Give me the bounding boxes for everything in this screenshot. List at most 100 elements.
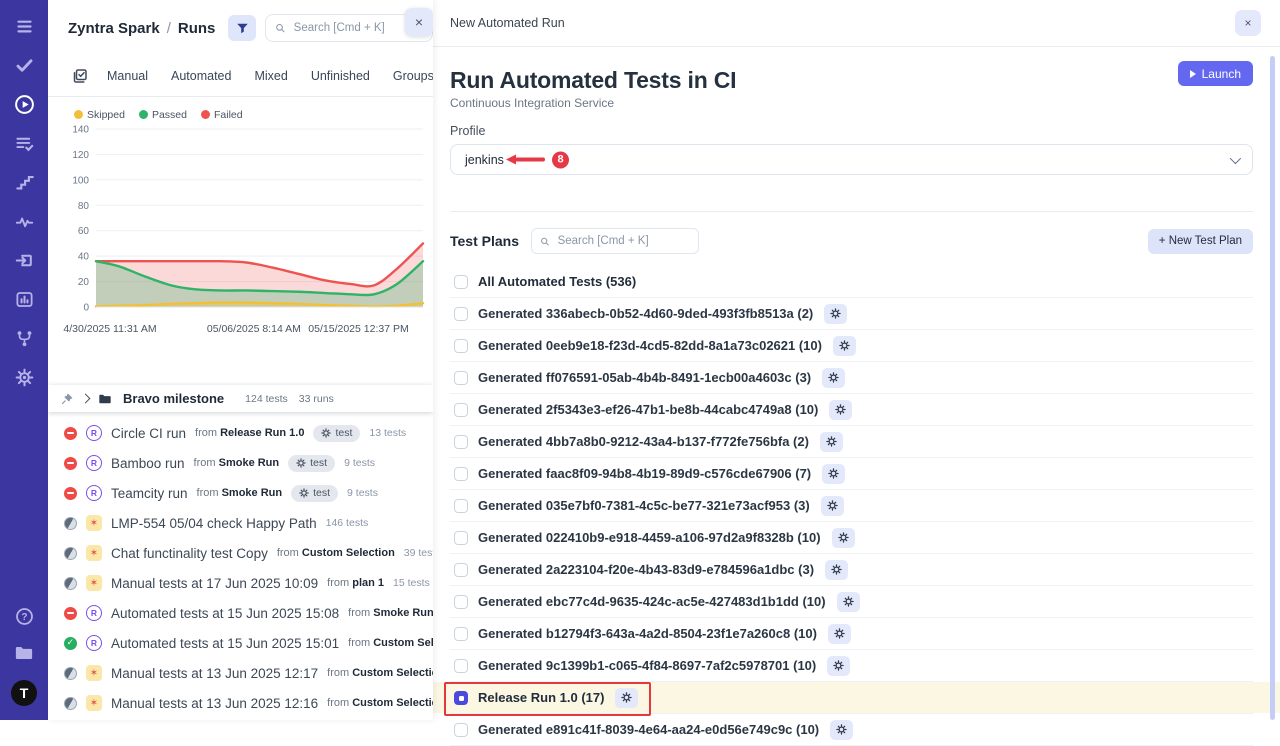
plan-label[interactable]: Generated 9c1399b1-c065-4f84-8697-7af2c5… bbox=[478, 658, 816, 673]
tab-manual[interactable]: Manual bbox=[107, 69, 148, 83]
run-name[interactable]: Automated tests at 15 Jun 2025 15:01 bbox=[111, 636, 339, 651]
plan-checkbox[interactable] bbox=[454, 691, 468, 705]
run-name[interactable]: Manual tests at 13 Jun 2025 12:17 bbox=[111, 666, 318, 681]
projects-folder-icon[interactable] bbox=[14, 643, 34, 663]
steps-icon[interactable] bbox=[14, 172, 34, 192]
run-list-item[interactable]: Manual tests at 17 Jun 2025 10:09 from p… bbox=[48, 568, 433, 598]
plan-settings-gear-button[interactable] bbox=[822, 464, 845, 484]
run-list-item[interactable]: Manual tests at 13 Jun 2025 12:17 from C… bbox=[48, 658, 433, 688]
plan-settings-gear-button[interactable] bbox=[833, 336, 856, 356]
run-list-item[interactable]: Automated tests at 15 Jun 2025 15:08 fro… bbox=[48, 598, 433, 628]
plan-checkbox[interactable] bbox=[454, 371, 468, 385]
runs-play-icon[interactable] bbox=[14, 94, 34, 114]
launch-button[interactable]: Launch bbox=[1178, 61, 1253, 86]
runs-search-input[interactable] bbox=[292, 21, 423, 35]
plan-checkbox[interactable] bbox=[454, 723, 468, 737]
run-name[interactable]: Manual tests at 17 Jun 2025 10:09 bbox=[111, 576, 318, 591]
tab-unfinished[interactable]: Unfinished bbox=[311, 69, 370, 83]
plan-checkbox[interactable] bbox=[454, 435, 468, 449]
plans-list-icon[interactable] bbox=[14, 133, 34, 153]
breadcrumb-project[interactable]: Zyntra Spark bbox=[68, 20, 160, 37]
help-icon[interactable]: ? bbox=[14, 606, 34, 626]
plan-checkbox[interactable] bbox=[454, 307, 468, 321]
plan-label[interactable]: Generated b12794f3-643a-4a2d-8504-23f1e7… bbox=[478, 626, 817, 641]
test-plan-row[interactable]: Generated 336abecb-0b52-4d60-9ded-493f3f… bbox=[450, 298, 1253, 330]
panel-close-button[interactable]: × bbox=[405, 8, 433, 36]
pin-icon[interactable] bbox=[61, 393, 73, 405]
test-plan-row[interactable]: Generated e891c41f-8039-4e64-aa24-e0d56e… bbox=[450, 714, 1253, 746]
run-name[interactable]: Circle CI run bbox=[111, 426, 186, 441]
pulse-icon[interactable] bbox=[14, 211, 34, 231]
milestone-row[interactable]: Bravo milestone 124 tests 33 runs bbox=[48, 385, 433, 412]
test-plan-row[interactable]: Generated ff076591-05ab-4b4b-8491-1ecb00… bbox=[450, 362, 1253, 394]
plan-checkbox[interactable] bbox=[454, 563, 468, 577]
chevron-right-icon[interactable] bbox=[81, 394, 91, 404]
select-runs-icon[interactable] bbox=[72, 68, 88, 84]
plan-checkbox[interactable] bbox=[454, 595, 468, 609]
run-list-item[interactable]: Bamboo run from Smoke Run test 9 tests bbox=[48, 448, 433, 478]
run-list-item[interactable]: LMP-554 05/04 check Happy Path 146 tests bbox=[48, 508, 433, 538]
plan-settings-gear-button[interactable] bbox=[832, 528, 855, 548]
plan-label[interactable]: Generated 035e7bf0-7381-4c5c-be77-321e73… bbox=[478, 498, 810, 513]
plan-checkbox[interactable] bbox=[454, 467, 468, 481]
test-plan-row[interactable]: Generated 4bb7a8b0-9212-43a4-b137-f772fe… bbox=[450, 426, 1253, 458]
legend-item[interactable]: Passed bbox=[139, 109, 187, 121]
logo-testomat[interactable]: T bbox=[11, 680, 37, 706]
plan-label[interactable]: Generated e891c41f-8039-4e64-aa24-e0d56e… bbox=[478, 722, 819, 737]
tab-mixed[interactable]: Mixed bbox=[254, 69, 287, 83]
report-icon[interactable] bbox=[14, 289, 34, 309]
milestone-name[interactable]: Bravo milestone bbox=[123, 391, 224, 406]
run-name[interactable]: Bamboo run bbox=[111, 456, 185, 471]
plan-label[interactable]: Generated 336abecb-0b52-4d60-9ded-493f3f… bbox=[478, 306, 813, 321]
profile-select[interactable]: jenkins 8 bbox=[450, 144, 1253, 175]
plan-settings-gear-button[interactable] bbox=[824, 304, 847, 324]
test-plan-row[interactable]: Generated faac8f09-94b8-4b19-89d9-c576cd… bbox=[450, 458, 1253, 490]
plan-checkbox[interactable] bbox=[454, 531, 468, 545]
test-plan-row[interactable]: Generated 0eeb9e18-f23d-4cd5-82dd-8a1a73… bbox=[450, 330, 1253, 362]
test-plan-row[interactable]: Generated ebc77c4d-9635-424c-ac5e-427483… bbox=[450, 586, 1253, 618]
plan-label[interactable]: Generated 2a223104-f20e-4b43-83d9-e78459… bbox=[478, 562, 814, 577]
plan-label[interactable]: Generated 4bb7a8b0-9212-43a4-b137-f772fe… bbox=[478, 434, 809, 449]
test-plan-row[interactable]: Generated 2f5343e3-ef26-47b1-be8b-44cabc… bbox=[450, 394, 1253, 426]
test-plan-row[interactable]: Generated 9c1399b1-c065-4f84-8697-7af2c5… bbox=[450, 650, 1253, 682]
plan-label[interactable]: Generated 2f5343e3-ef26-47b1-be8b-44cabc… bbox=[478, 402, 818, 417]
plan-checkbox[interactable] bbox=[454, 627, 468, 641]
plan-label[interactable]: Generated 0eeb9e18-f23d-4cd5-82dd-8a1a73… bbox=[478, 338, 822, 353]
run-name[interactable]: Manual tests at 13 Jun 2025 12:16 bbox=[111, 696, 318, 711]
tab-groups[interactable]: Groups bbox=[393, 69, 433, 83]
drawer-close-button[interactable]: × bbox=[1235, 10, 1261, 36]
run-name[interactable]: Teamcity run bbox=[111, 486, 188, 501]
run-name[interactable]: LMP-554 05/04 check Happy Path bbox=[111, 516, 317, 531]
plan-settings-gear-button[interactable] bbox=[827, 656, 850, 676]
plan-label[interactable]: Release Run 1.0 (17) bbox=[478, 690, 604, 705]
test-plan-row[interactable]: Generated 035e7bf0-7381-4c5c-be77-321e73… bbox=[450, 490, 1253, 522]
plan-settings-gear-button[interactable] bbox=[825, 560, 848, 580]
run-name[interactable]: Chat functinality test Copy bbox=[111, 546, 268, 561]
plan-settings-gear-button[interactable] bbox=[837, 592, 860, 612]
branch-icon[interactable] bbox=[14, 328, 34, 348]
settings-gear-icon[interactable] bbox=[14, 367, 34, 387]
filter-button[interactable] bbox=[228, 15, 256, 41]
run-list-item[interactable]: Teamcity run from Smoke Run test 9 tests bbox=[48, 478, 433, 508]
plan-settings-gear-button[interactable] bbox=[821, 496, 844, 516]
plan-checkbox[interactable] bbox=[454, 275, 468, 289]
plan-settings-gear-button[interactable] bbox=[830, 720, 853, 740]
run-name[interactable]: Automated tests at 15 Jun 2025 15:08 bbox=[111, 606, 339, 621]
run-list-item[interactable]: Manual tests at 13 Jun 2025 12:16 from C… bbox=[48, 688, 433, 718]
run-list-item[interactable]: Chat functinality test Copy from Custom … bbox=[48, 538, 433, 568]
plan-checkbox[interactable] bbox=[454, 499, 468, 513]
tab-automated[interactable]: Automated bbox=[171, 69, 231, 83]
scrollbar-thumb[interactable] bbox=[1270, 56, 1275, 720]
plan-settings-gear-button[interactable] bbox=[820, 432, 843, 452]
plan-settings-gear-button[interactable] bbox=[829, 400, 852, 420]
test-plan-row[interactable]: Generated 022410b9-e918-4459-a106-97d2a9… bbox=[450, 522, 1253, 554]
plan-settings-gear-button[interactable] bbox=[822, 368, 845, 388]
legend-item[interactable]: Failed bbox=[201, 109, 243, 121]
plan-settings-gear-button[interactable] bbox=[828, 624, 851, 644]
plan-label[interactable]: Generated faac8f09-94b8-4b19-89d9-c576cd… bbox=[478, 466, 811, 481]
test-plans-search[interactable] bbox=[531, 228, 699, 254]
plan-settings-gear-button[interactable] bbox=[615, 688, 638, 708]
test-plans-search-input[interactable] bbox=[556, 234, 690, 248]
plan-checkbox[interactable] bbox=[454, 403, 468, 417]
test-plan-row[interactable]: Generated b12794f3-643a-4a2d-8504-23f1e7… bbox=[450, 618, 1253, 650]
